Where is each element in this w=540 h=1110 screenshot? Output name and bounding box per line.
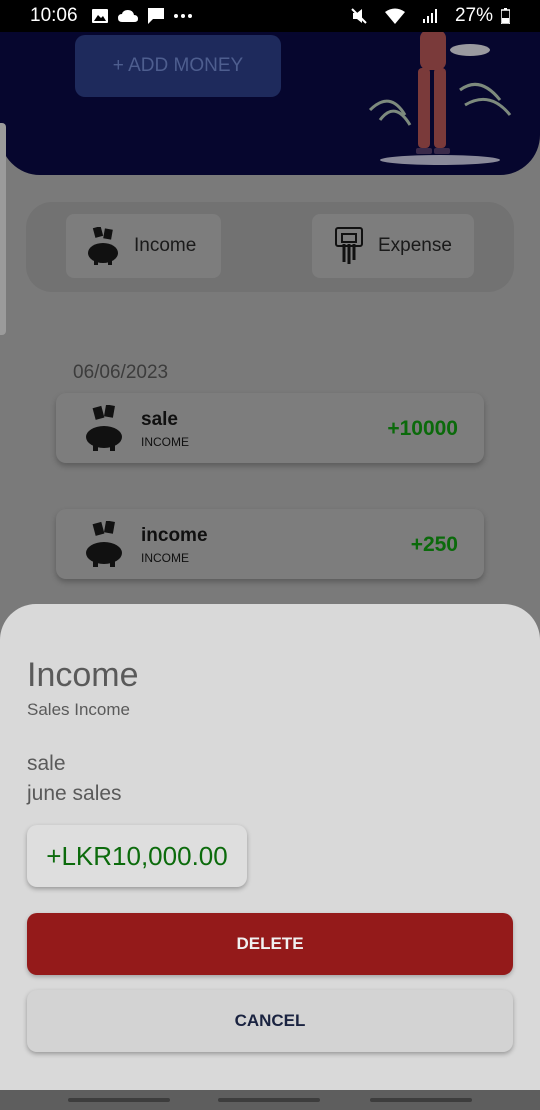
transaction-type: INCOME bbox=[141, 435, 189, 449]
piggy-bank-icon bbox=[86, 521, 122, 567]
transaction-amount: +250 bbox=[410, 533, 458, 556]
status-bar: 10:06 27% bbox=[0, 0, 540, 32]
income-toggle-button[interactable]: Income bbox=[66, 214, 221, 278]
battery-percent: 27% bbox=[454, 5, 493, 26]
transaction-card[interactable]: sale INCOME +10000 bbox=[56, 393, 484, 463]
expense-toggle-button[interactable]: Expense bbox=[312, 214, 474, 278]
image-icon bbox=[91, 9, 108, 23]
income-toggle-label: Income bbox=[134, 235, 197, 256]
nav-home-handle[interactable] bbox=[218, 1098, 320, 1102]
add-money-button[interactable]: + ADD MONEY bbox=[75, 35, 281, 97]
type-toggle: Income Expense bbox=[26, 202, 514, 292]
cancel-button[interactable]: CANCEL bbox=[27, 990, 513, 1052]
transaction-type: INCOME bbox=[141, 551, 189, 565]
amount-chip: +LKR10,000.00 bbox=[27, 825, 247, 887]
more-icon bbox=[173, 14, 192, 18]
nav-recents-handle[interactable] bbox=[68, 1098, 170, 1102]
sheet-title: Income bbox=[27, 656, 139, 694]
transaction-title: income bbox=[141, 525, 208, 546]
status-time: 10:06 bbox=[30, 5, 78, 26]
illustration bbox=[368, 30, 512, 165]
signal-icon bbox=[422, 9, 437, 23]
message-icon bbox=[147, 8, 164, 24]
cloud-icon bbox=[117, 10, 138, 22]
transaction-amount: +10000 bbox=[387, 417, 458, 440]
transaction-card[interactable]: income INCOME +250 bbox=[56, 509, 484, 579]
sheet-subtitle: Sales Income bbox=[27, 700, 130, 719]
transaction-date: 06/06/2023 bbox=[73, 362, 169, 383]
expense-toggle-label: Expense bbox=[378, 235, 452, 256]
transaction-note: june sales bbox=[27, 782, 122, 805]
battery-icon bbox=[501, 8, 510, 24]
nav-back-handle[interactable] bbox=[370, 1098, 472, 1102]
piggy-bank-icon bbox=[88, 227, 118, 265]
wifi-icon bbox=[384, 8, 405, 24]
transaction-detail-sheet: Income Sales Income sale june sales +LKR… bbox=[0, 604, 540, 1090]
drawer-handle[interactable] bbox=[0, 123, 6, 335]
delete-button[interactable]: DELETE bbox=[27, 913, 513, 975]
transaction-name: sale bbox=[27, 752, 66, 775]
system-nav-bar bbox=[0, 1090, 540, 1110]
piggy-bank-icon bbox=[86, 405, 122, 451]
transaction-title: sale bbox=[141, 409, 178, 430]
mute-icon bbox=[351, 8, 367, 24]
atm-card-icon bbox=[335, 227, 363, 264]
